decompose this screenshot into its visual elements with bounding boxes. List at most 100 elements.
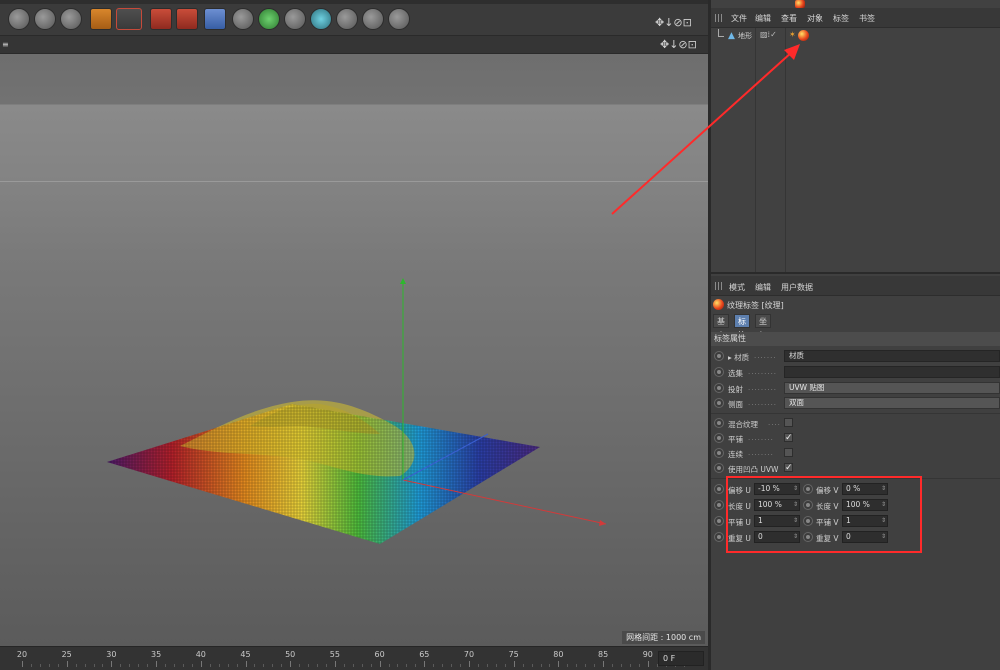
animate-radio[interactable] <box>714 351 724 361</box>
mix-texture-label: 混合纹理 <box>728 420 758 429</box>
rotate-tool-icon[interactable] <box>150 8 172 30</box>
animate-radio[interactable] <box>714 433 724 443</box>
layout-icon[interactable] <box>388 8 410 30</box>
viewport-nav-icons[interactable]: ✥↓⊘⊡ <box>655 16 692 29</box>
tab-basic[interactable]: 基本 <box>713 314 729 340</box>
timeline-tick-mark <box>66 661 68 667</box>
texture-tag-icon <box>713 299 724 310</box>
bump-uvw-row: 使用凹凸 UVW ✓ <box>714 461 1000 475</box>
attributes-title: 纹理标签 [纹理] <box>727 301 784 310</box>
object-name[interactable]: 地形 <box>738 31 752 41</box>
side-dropdown[interactable]: 双面 <box>784 397 1000 409</box>
object-tree[interactable]: ▲ 地形 ▨⁞✓ ✶ <box>711 28 1000 272</box>
timeline-minor-tick <box>254 664 256 667</box>
timeline-minor-tick <box>272 664 274 667</box>
animate-radio[interactable] <box>714 463 724 473</box>
leader-dots: ......... <box>748 399 778 407</box>
leader-dots: ........ <box>748 449 774 457</box>
timeline-minor-tick <box>93 664 95 667</box>
viewport-menu-icon[interactable]: ≡ <box>2 40 9 49</box>
visibility-flags-icon[interactable]: ▨⁞✓ <box>760 30 777 39</box>
tab-tag[interactable]: 标签 <box>734 314 750 340</box>
redo-icon[interactable] <box>34 8 56 30</box>
timeline-minor-tick <box>75 664 77 667</box>
timeline-minor-tick <box>138 664 140 667</box>
bump-uvw-checkbox[interactable]: ✓ <box>784 463 793 473</box>
projection-dropdown[interactable]: UVW 贴图 <box>784 382 1000 394</box>
animate-radio[interactable] <box>714 418 724 428</box>
animate-radio[interactable] <box>714 398 724 408</box>
menu-view[interactable]: 查看 <box>781 13 797 24</box>
texture-tag-icon[interactable] <box>798 30 809 41</box>
menu-user-data[interactable]: 用户数据 <box>781 282 813 293</box>
subdivision-icon[interactable] <box>258 8 280 30</box>
timeline-minor-tick <box>638 664 640 667</box>
viewport-nav-icons[interactable]: ✥↓⊘⊡ <box>660 38 697 51</box>
deformer-icon[interactable] <box>284 8 306 30</box>
timeline-tick-mark <box>200 661 202 667</box>
light-icon[interactable] <box>362 8 384 30</box>
timeline-tick-label: 65 <box>419 650 430 659</box>
live-select-icon[interactable] <box>60 8 82 30</box>
timeline-minor-tick <box>504 664 506 667</box>
animate-radio[interactable] <box>714 532 724 542</box>
timeline-minor-tick <box>522 664 524 667</box>
timeline-ruler[interactable]: 20 25 30 35 40 45 50 55 60 65 70 75 80 85 90 0 F <box>0 646 708 670</box>
leader-dots: ......... <box>748 384 778 392</box>
phong-tag-icon[interactable]: ✶ <box>789 30 796 39</box>
animate-radio[interactable] <box>714 500 724 510</box>
objects-manager: 文件 编辑 查看 对象 标签 书签 ▲ 地形 ▨⁞✓ ✶ <box>711 0 1000 272</box>
timeline-tick-label: 85 <box>598 650 609 659</box>
timeline-minor-tick <box>227 664 229 667</box>
timeline-tick-mark <box>290 661 292 667</box>
timeline-minor-tick <box>451 664 453 667</box>
animate-radio[interactable] <box>714 383 724 393</box>
grip-icon[interactable] <box>715 14 724 22</box>
tile-checkbox[interactable]: ✓ <box>784 433 793 443</box>
seamless-row: 连续 ........ <box>714 446 1000 460</box>
mix-texture-checkbox[interactable] <box>784 418 793 427</box>
material-icon <box>795 0 805 8</box>
menu-objects[interactable]: 对象 <box>807 13 823 24</box>
tab-coordinates[interactable]: 坐标 <box>755 314 771 340</box>
attributes-menubar: 模式 编辑 用户数据 <box>711 276 1000 296</box>
3d-viewport[interactable]: 网格间距 : 1000 cm <box>0 54 708 646</box>
animate-radio[interactable] <box>714 516 724 526</box>
timeline-tick-label: 75 <box>508 650 519 659</box>
camera-icon[interactable] <box>336 8 358 30</box>
objects-menubar: 文件 编辑 查看 对象 标签 书签 <box>711 8 1000 28</box>
material-row: ▸ 材质 ....... 材质 <box>714 349 1000 363</box>
timeline-tick-mark <box>469 661 470 667</box>
menu-edit[interactable]: 编辑 <box>755 13 771 24</box>
seamless-checkbox[interactable] <box>784 448 793 457</box>
mix-texture-row: 混合纹理 .... <box>714 416 1000 430</box>
object-row-landscape[interactable]: ▲ 地形 ▨⁞✓ ✶ <box>715 29 995 43</box>
current-frame-field[interactable]: 0 F <box>658 651 704 666</box>
scale-tool-icon[interactable] <box>116 8 142 30</box>
menu-mode[interactable]: 模式 <box>729 282 745 293</box>
tree-branch <box>718 29 724 37</box>
timeline-tick-mark <box>334 661 336 667</box>
render-icon[interactable] <box>176 8 198 30</box>
timeline-minor-tick <box>236 664 238 667</box>
pen-icon[interactable] <box>232 8 254 30</box>
menu-tags[interactable]: 标签 <box>833 13 849 24</box>
terrain-mesh[interactable] <box>107 400 540 544</box>
animate-radio[interactable] <box>714 367 724 377</box>
move-tool-icon[interactable] <box>90 8 112 30</box>
animate-radio[interactable] <box>714 448 724 458</box>
timeline-tick-label: 60 <box>374 650 385 659</box>
menu-bookmarks[interactable]: 书签 <box>859 13 875 24</box>
material-field[interactable]: 材质 <box>784 350 1000 362</box>
undo-icon[interactable] <box>8 8 30 30</box>
menu-edit[interactable]: 编辑 <box>755 282 771 293</box>
grip-icon[interactable] <box>715 282 724 290</box>
timeline-tick-mark <box>245 661 247 667</box>
scene-icon[interactable] <box>310 8 332 30</box>
timeline-minor-tick <box>102 664 104 667</box>
selection-field[interactable] <box>784 366 1000 378</box>
animate-radio[interactable] <box>714 484 724 494</box>
menu-file[interactable]: 文件 <box>731 13 747 24</box>
cube-icon[interactable] <box>204 8 226 30</box>
timeline-minor-tick <box>370 664 372 667</box>
